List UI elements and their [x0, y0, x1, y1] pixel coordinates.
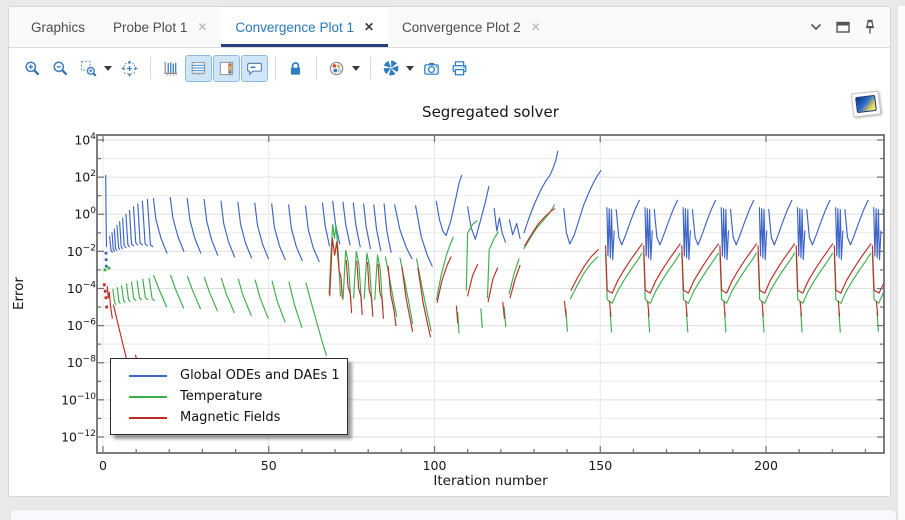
color-legend-icon	[218, 60, 235, 77]
snapshot-caret[interactable]	[405, 56, 415, 81]
camera-icon	[423, 60, 440, 77]
svg-text:150: 150	[588, 458, 612, 473]
plot-area: 0 50 100 150 200 104 102 100 10−2 10−4 10−6 10−8 10−…	[9, 88, 890, 496]
svg-text:100: 100	[74, 206, 96, 222]
tab-convergence-plot-1[interactable]: Convergence Plot 1 ✕	[221, 7, 388, 47]
legend-line-swatch	[129, 417, 167, 419]
plot-thumbnail-icon	[855, 95, 877, 113]
tab-label: Probe Plot 1	[113, 20, 187, 35]
y-axis-label: Error	[9, 135, 29, 453]
plot-legend: Global ODEs and DAEs 1 Temperature Magne…	[110, 358, 348, 435]
toolbar-lock-axes[interactable]	[282, 55, 309, 82]
legend-label: Magnetic Fields	[180, 410, 280, 425]
tab-label: Convergence Plot 1	[235, 20, 354, 35]
legend-label: Global ODEs and DAEs 1	[180, 368, 340, 383]
zoom-out-icon	[52, 60, 69, 77]
collapse-chevron-icon[interactable]	[810, 23, 822, 31]
close-icon[interactable]: ✕	[197, 20, 207, 34]
toolbar-zoom-box[interactable]	[75, 55, 102, 82]
tab-probe-plot-1[interactable]: Probe Plot 1 ✕	[99, 7, 221, 47]
legend-entry: Magnetic Fields	[129, 410, 347, 425]
toolbar-separator	[370, 57, 371, 79]
shutter-icon	[382, 59, 400, 77]
plot-title: Segregated solver	[97, 103, 884, 121]
toolbar-snapshot[interactable]	[377, 55, 404, 82]
legend-label: Temperature	[180, 389, 262, 404]
legend-line-swatch	[129, 375, 167, 377]
svg-text:10−8: 10−8	[67, 355, 96, 371]
svg-text:100: 100	[423, 458, 447, 473]
lower-panel-edge	[10, 509, 897, 520]
svg-text:10−2: 10−2	[67, 243, 96, 258]
tooltip-icon	[246, 60, 263, 77]
close-icon[interactable]: ✕	[531, 20, 541, 34]
grid-icon	[190, 60, 207, 77]
svg-text:10−10: 10−10	[61, 392, 96, 408]
printer-icon	[451, 60, 468, 77]
toolbar-separator	[316, 57, 317, 79]
legend-entry: Temperature	[129, 389, 347, 404]
lock-icon	[287, 60, 304, 77]
toolbar-zoom-extents[interactable]	[116, 55, 143, 82]
tab-bar: Graphics Probe Plot 1 ✕ Convergence Plot…	[9, 7, 890, 48]
tab-label: Convergence Plot 2	[402, 20, 521, 35]
plot-preview-button[interactable]	[851, 90, 882, 117]
zoom-in-icon	[24, 60, 41, 77]
toolbar-image[interactable]	[418, 55, 445, 82]
toolbar-axes[interactable]	[157, 55, 184, 82]
legend-line-swatch	[129, 396, 167, 398]
toolbar-color-legend[interactable]	[213, 55, 240, 82]
plot-toolbar	[9, 48, 890, 88]
color-theme-caret[interactable]	[351, 56, 361, 81]
svg-text:10−12: 10−12	[61, 429, 96, 445]
toolbar-separator	[150, 57, 151, 79]
pin-icon[interactable]	[864, 19, 876, 35]
axes-icon	[162, 60, 179, 77]
svg-text:10−6: 10−6	[67, 318, 96, 334]
svg-text:10−4: 10−4	[67, 280, 96, 296]
svg-text:0: 0	[99, 458, 107, 473]
svg-text:50: 50	[261, 458, 277, 473]
toolbar-separator	[275, 57, 276, 79]
float-window-icon[interactable]	[836, 21, 850, 33]
adjacent-panel-edge	[897, 6, 905, 520]
tab-convergence-plot-2[interactable]: Convergence Plot 2 ✕	[388, 7, 555, 47]
toolbar-zoom-in[interactable]	[19, 55, 46, 82]
x-axis-label: Iteration number	[97, 473, 884, 489]
zoom-extents-icon	[121, 60, 138, 77]
color-theme-icon	[328, 60, 345, 77]
zoom-box-caret[interactable]	[103, 56, 113, 81]
toolbar-zoom-out[interactable]	[47, 55, 74, 82]
graphics-panel: Graphics Probe Plot 1 ✕ Convergence Plot…	[8, 6, 891, 497]
tab-label: Graphics	[31, 20, 85, 35]
toolbar-color-theme[interactable]	[323, 55, 350, 82]
zoom-box-icon	[80, 60, 97, 77]
toolbar-tooltips[interactable]	[241, 55, 268, 82]
svg-text:200: 200	[754, 458, 778, 473]
legend-entry: Global ODEs and DAEs 1	[129, 368, 347, 383]
close-icon[interactable]: ✕	[364, 20, 374, 34]
tab-spacer	[555, 7, 810, 47]
window-controls	[810, 7, 882, 47]
toolbar-grid[interactable]	[185, 55, 212, 82]
tab-graphics[interactable]: Graphics	[17, 7, 99, 47]
svg-text:104: 104	[74, 132, 96, 148]
toolbar-print[interactable]	[446, 55, 473, 82]
svg-text:102: 102	[74, 169, 96, 185]
comsol-graphics-window: Graphics Probe Plot 1 ✕ Convergence Plot…	[0, 0, 905, 520]
convergence-plot-canvas[interactable]: 0 50 100 150 200 104 102 100 10−2 10−4 10−6 10−8 10−…	[9, 88, 892, 498]
